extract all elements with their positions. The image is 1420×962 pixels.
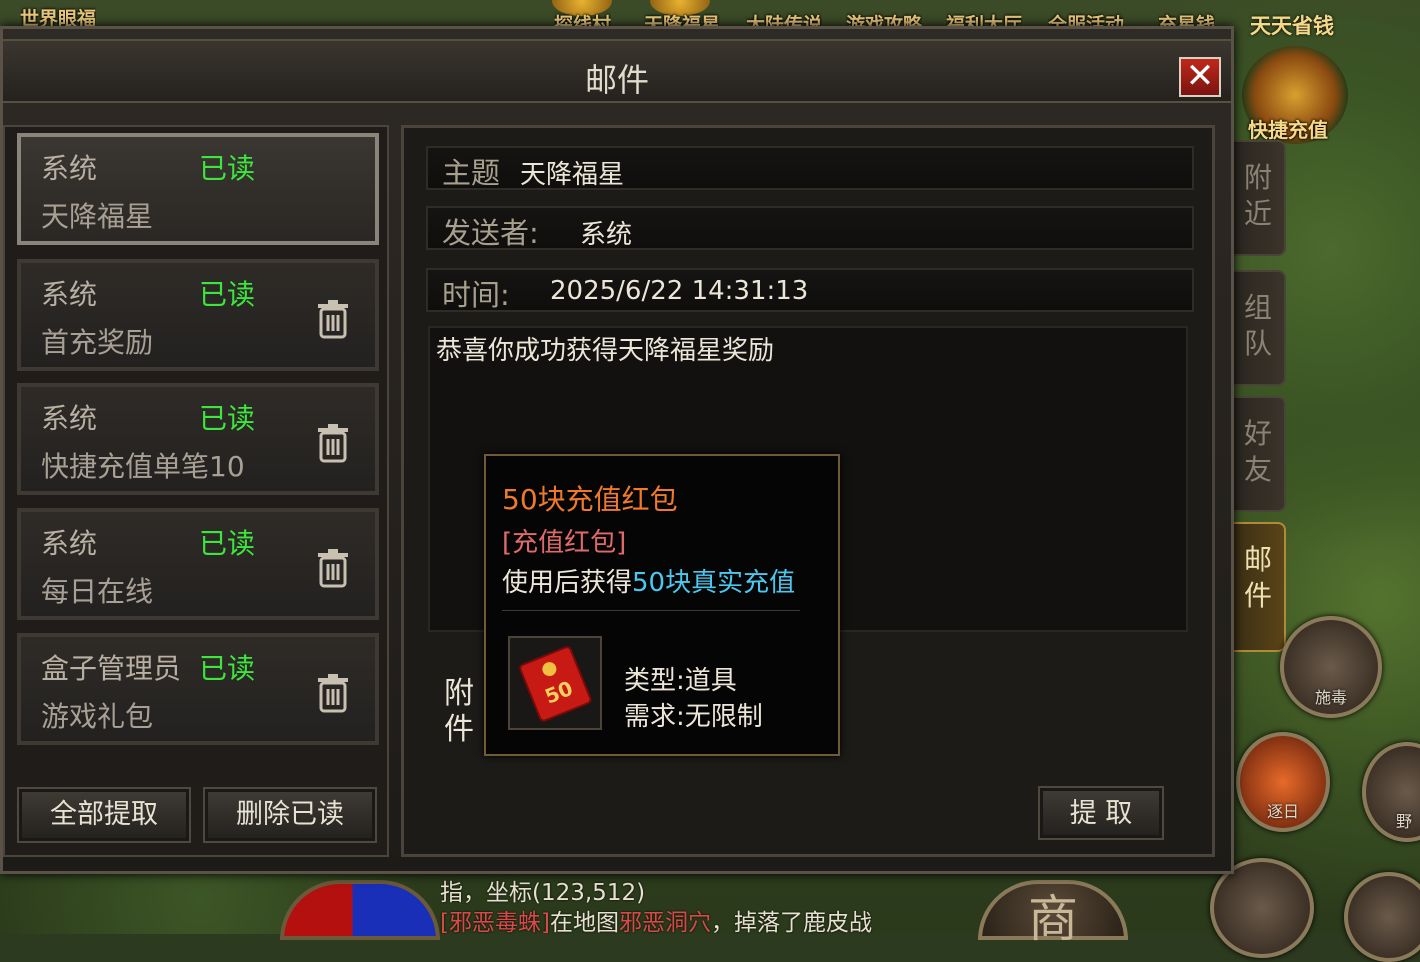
sender-field: 发送者: 系统 <box>426 206 1194 250</box>
mail-list-panel: 系统 已读 天降福星 系统 已读 首充奖励 系统 已读 快捷充值单笔10 系统 … <box>3 125 389 857</box>
require-label: 需求: <box>624 702 685 732</box>
tab-friends[interactable]: 好友 <box>1232 396 1286 512</box>
tab-mail[interactable]: 邮件 <box>1232 522 1286 652</box>
top-left-label[interactable]: 世界眼福 <box>20 4 96 26</box>
chat-map-name[interactable]: 邪恶洞穴 <box>619 910 711 934</box>
type-value: 道具 <box>684 666 737 696</box>
mail-status: 已读 <box>199 652 256 685</box>
tab-label: 组队 <box>1243 291 1272 360</box>
collect-all-button[interactable]: 全部提取 <box>17 787 191 843</box>
divider <box>502 610 800 611</box>
tab-nearby[interactable]: 附近 <box>1232 140 1286 256</box>
mail-subject: 天降福星 <box>41 200 154 233</box>
time-value: 2025/6/22 14:31:13 <box>550 276 809 306</box>
sender-value: 系统 <box>580 220 633 250</box>
chat-text: 在地图 <box>549 910 619 934</box>
subject-field: 主题 天降福星 <box>426 146 1194 190</box>
chat-line: 指，坐标(123,512) <box>440 880 646 906</box>
item-tooltip: 50块充值红包 [充值红包] 使用后获得50块真实充值 50 类型:道具 需求:… <box>484 454 840 756</box>
chat-line: [邪恶毒蛛]在地图邪恶洞穴，掉落了鹿皮战 <box>440 908 980 934</box>
mail-item[interactable]: 系统 已读 每日在线 <box>17 508 379 620</box>
type-label: 类型: <box>624 666 685 696</box>
mail-status: 已读 <box>199 402 256 435</box>
trash-icon[interactable] <box>317 423 349 463</box>
window-title: 邮件 <box>584 61 649 99</box>
delete-read-button[interactable]: 删除已读 <box>203 787 377 843</box>
tab-label: 邮件 <box>1243 543 1272 612</box>
mail-item[interactable]: 系统 已读 天降福星 <box>17 133 379 245</box>
sender-label: 发送者: <box>442 216 539 250</box>
mail-status: 已读 <box>199 278 256 311</box>
close-button[interactable]: ✕ <box>1179 57 1221 97</box>
desc-prefix: 使用后获得 <box>502 568 633 598</box>
mail-sender: 系统 <box>41 152 98 185</box>
tab-label: 附近 <box>1243 161 1272 230</box>
mail-subject: 首充奖励 <box>41 326 154 359</box>
item-description: 使用后获得50块真实充值 <box>502 562 795 599</box>
skill-label: 野 <box>1396 812 1413 831</box>
mail-subject: 每日在线 <box>41 575 154 608</box>
mail-content-text: 恭喜你成功获得天降福星奖励 <box>436 336 775 366</box>
item-category: [充值红包] <box>502 528 627 558</box>
attachment-label: 附件 <box>444 676 474 747</box>
item-name: 50块充值红包 <box>502 483 678 516</box>
skill-button[interactable] <box>1344 872 1420 962</box>
mail-item[interactable]: 系统 已读 首充奖励 <box>17 259 379 371</box>
save-money-label[interactable]: 天天省钱 <box>1250 10 1334 40</box>
time-field: 时间: 2025/6/22 14:31:13 <box>426 268 1194 312</box>
trash-icon[interactable] <box>317 673 349 713</box>
mail-sender: 盒子管理员 <box>41 652 182 685</box>
item-require-row: 需求:无限制 <box>624 696 763 733</box>
skill-chase-sun-button[interactable]: 逐日 <box>1236 732 1330 832</box>
mail-subject: 游戏礼包 <box>41 700 154 733</box>
red-envelope-icon: 50 <box>508 636 602 730</box>
title-bar: 邮件 <box>3 39 1231 103</box>
chat-log: 指，坐标(123,512) [邪恶毒蛛]在地图邪恶洞穴，掉落了鹿皮战 <box>440 878 980 934</box>
item-type-row: 类型:道具 <box>624 660 737 697</box>
chat-monster-name[interactable]: [邪恶毒蛛] <box>440 910 550 934</box>
require-value: 无限制 <box>684 702 763 732</box>
subject-value: 天降福星 <box>520 160 625 190</box>
skill-poison-button[interactable]: 施毒 <box>1280 616 1382 718</box>
mail-item[interactable]: 系统 已读 快捷充值单笔10 <box>17 383 379 495</box>
mail-status: 已读 <box>199 527 256 560</box>
mail-sender: 系统 <box>41 278 98 311</box>
collect-button[interactable]: 提 取 <box>1038 786 1164 840</box>
mail-item[interactable]: 盒子管理员 已读 游戏礼包 <box>17 633 379 745</box>
skill-label: 施毒 <box>1314 688 1347 707</box>
mail-sender: 系统 <box>41 402 98 435</box>
time-label: 时间: <box>442 278 510 312</box>
tab-team[interactable]: 组队 <box>1232 270 1286 386</box>
fast-charge-label: 快捷充值 <box>1248 118 1328 142</box>
mail-status: 已读 <box>199 152 256 185</box>
tab-label: 好友 <box>1243 417 1272 486</box>
trash-icon[interactable] <box>317 548 349 588</box>
mail-sender: 系统 <box>41 527 98 560</box>
desc-highlight: 50块真实充值 <box>632 568 796 598</box>
skill-label: 逐日 <box>1266 802 1299 821</box>
chat-text: ，掉落了鹿皮战 <box>710 910 872 934</box>
subject-label: 主题 <box>442 156 501 190</box>
trash-icon[interactable] <box>317 299 349 339</box>
mail-subject: 快捷充值单笔10 <box>41 450 245 483</box>
